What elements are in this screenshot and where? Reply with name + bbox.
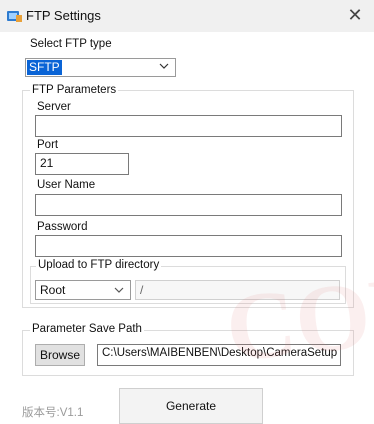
- ftp-type-label: Select FTP type: [30, 38, 112, 50]
- window-title: FTP Settings: [26, 8, 101, 23]
- upload-directory-select[interactable]: Root: [35, 280, 131, 300]
- app-icon: [7, 11, 22, 22]
- chevron-down-icon: [114, 287, 124, 293]
- username-input[interactable]: [35, 194, 342, 216]
- port-label: Port: [37, 139, 59, 151]
- version-label: 版本号:V1.1: [22, 407, 84, 419]
- generate-button[interactable]: Generate: [119, 388, 263, 424]
- port-input[interactable]: 21: [35, 153, 129, 175]
- server-label: Server: [37, 101, 71, 113]
- password-label: Password: [37, 221, 88, 233]
- ftp-parameters-legend: FTP Parameters: [30, 84, 119, 96]
- save-path-legend: Parameter Save Path: [30, 323, 144, 335]
- browse-button[interactable]: Browse: [35, 344, 85, 366]
- username-label: User Name: [37, 179, 96, 191]
- password-input[interactable]: [35, 235, 342, 257]
- ftp-type-value: SFTP: [27, 60, 62, 75]
- ftp-type-select[interactable]: SFTP: [25, 58, 176, 77]
- server-input[interactable]: [35, 115, 342, 137]
- chevron-down-icon: [159, 63, 169, 69]
- upload-directory-legend: Upload to FTP directory: [36, 259, 162, 271]
- close-icon[interactable]: ✕: [342, 4, 368, 26]
- save-path-input[interactable]: C:\Users\MAIBENBEN\Desktop\CameraSetup: [97, 344, 341, 366]
- upload-path-input[interactable]: /: [135, 280, 340, 300]
- upload-directory-value: Root: [40, 283, 66, 297]
- title-bar: FTP Settings ✕: [0, 0, 374, 32]
